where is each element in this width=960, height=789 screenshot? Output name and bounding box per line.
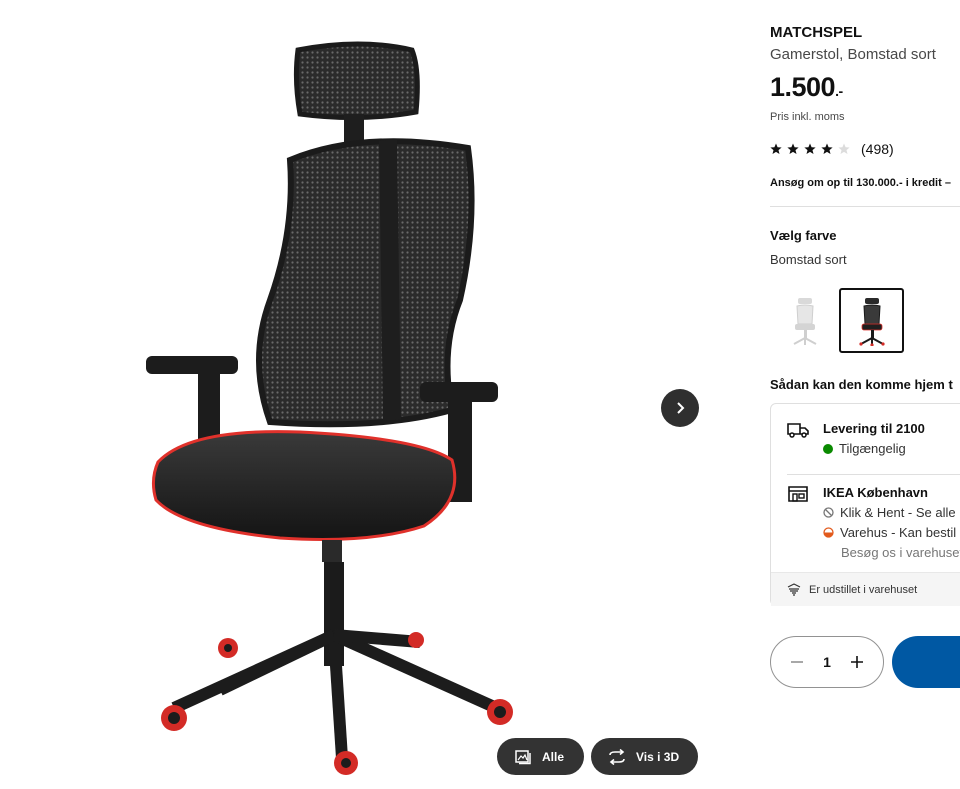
view-3d-button[interactable]: Vis i 3D <box>591 738 698 775</box>
product-gallery: Alle Vis i 3D <box>0 0 740 789</box>
credit-link[interactable]: Ansøg om op til 130.000.- i kredit – <box>770 177 951 189</box>
star-filled-icon <box>804 143 816 154</box>
color-option-white[interactable] <box>772 288 837 353</box>
vat-note: Pris inkl. moms <box>770 111 845 123</box>
product-image[interactable] <box>130 30 530 785</box>
store-icon <box>788 486 808 502</box>
gallery-icon <box>513 747 533 767</box>
visit-store-text: Besøg os i varehuset <box>841 545 960 560</box>
white-chair-thumbnail <box>793 297 816 345</box>
color-label: Vælg farve <box>770 228 837 243</box>
product-info-panel: MATCHSPEL Gamerstol, Bomstad sort 1.500.… <box>770 0 960 789</box>
divider <box>787 474 960 475</box>
quantity-stepper[interactable]: 1 <box>770 636 884 688</box>
divider <box>770 206 960 207</box>
product-description: Gamerstol, Bomstad sort <box>770 46 936 63</box>
star-filled-icon <box>787 143 799 154</box>
rotate-3d-icon <box>607 747 627 767</box>
click-collect-status: Klik & Hent - Se alle <box>823 505 956 520</box>
price: 1.500.- <box>770 72 843 103</box>
add-to-cart-button[interactable] <box>892 636 960 688</box>
quantity-value: 1 <box>823 654 831 670</box>
showroom-text: Er udstillet i varehuset <box>809 583 918 596</box>
rating-count: (498) <box>861 141 894 157</box>
star-empty-icon <box>838 143 850 154</box>
truck-icon <box>787 423 809 438</box>
click-collect-text: Klik & Hent - Se alle <box>840 505 956 520</box>
showroom-note: Er udstillet i varehuset <box>771 572 960 606</box>
partial-availability-icon <box>823 527 834 538</box>
color-option-black[interactable] <box>839 288 904 353</box>
chevron-right-icon <box>677 402 685 414</box>
home-delivery-status-text: Tilgængelig <box>839 441 906 456</box>
home-delivery-title[interactable]: Levering til 2100 <box>823 421 925 436</box>
black-chair-thumbnail <box>858 297 885 346</box>
plus-icon <box>850 656 863 668</box>
showroom-icon <box>787 582 801 596</box>
all-media-label: Alle <box>542 749 565 764</box>
selected-color: Bomstad sort <box>770 252 847 267</box>
price-suffix: .- <box>835 83 843 99</box>
product-name: MATCHSPEL <box>770 24 863 41</box>
availability-box: Levering til 2100 Tilgængelig IKEA Køben… <box>770 403 960 606</box>
minus-icon <box>791 661 803 663</box>
rating[interactable]: (498) <box>770 141 894 157</box>
next-image-button[interactable] <box>661 389 699 427</box>
star-filled-icon <box>821 143 833 154</box>
all-media-button[interactable]: Alle <box>497 738 584 775</box>
increase-quantity-button[interactable] <box>847 652 867 672</box>
store-title[interactable]: IKEA København <box>823 485 928 500</box>
unavailable-icon <box>823 507 834 518</box>
delivery-heading: Sådan kan den komme hjem t <box>770 377 953 392</box>
decrease-quantity-button[interactable] <box>787 652 807 672</box>
warehouse-text: Varehus - Kan bestil <box>840 525 957 540</box>
star-filled-icon <box>770 143 782 154</box>
warehouse-status: Varehus - Kan bestil <box>823 525 956 540</box>
view-3d-label: Vis i 3D <box>636 749 680 764</box>
home-delivery-status: Tilgængelig <box>823 441 906 456</box>
available-dot-icon <box>823 443 833 454</box>
price-main: 1.500 <box>770 72 836 102</box>
